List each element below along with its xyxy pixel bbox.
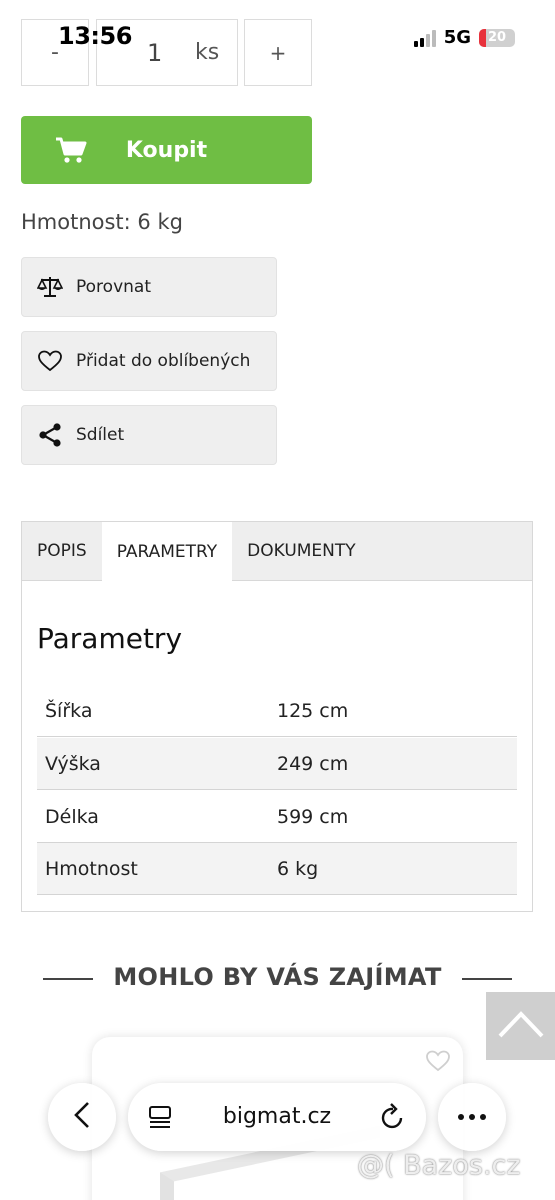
param-value: 125 cm [277,699,349,722]
param-key: Šířka [45,699,93,722]
more-options-button[interactable] [438,1083,506,1151]
tab-parametry[interactable]: PARAMETRY [101,522,233,581]
status-indicators: 5G 20 [413,27,515,48]
buy-button-label: Koupit [125,137,208,163]
chevron-up-icon [497,1009,545,1043]
product-weight: Hmotnost: 6 kg [21,210,183,234]
battery-level: 20 [487,30,507,45]
share-icon [36,421,64,449]
quantity-unit: ks [195,40,220,65]
share-label: Sdílet [76,425,125,445]
table-row: Hmotnost 6 kg [37,843,517,895]
tab-dokumenty[interactable]: DOKUMENTY [232,522,371,580]
more-dot [480,1114,486,1120]
quantity-increase-button[interactable]: + [244,19,312,86]
more-dot [469,1114,475,1120]
tab-popis[interactable]: POPIS [22,522,102,580]
cellular-signal-icon [413,29,436,47]
parameters-title: Parametry [37,622,183,655]
status-time: 13:56 [58,22,132,50]
scale-icon [36,273,64,301]
share-button[interactable]: Sdílet [21,405,277,465]
heart-icon [36,347,64,375]
param-value: 599 cm [277,805,349,828]
param-key: Hmotnost [45,857,138,880]
param-key: Délka [45,805,99,828]
reload-icon[interactable] [380,1103,406,1135]
param-key: Výška [45,752,101,775]
product-tabs: POPIS PARAMETRY DOKUMENTY [22,522,532,581]
section-divider-right [462,978,512,980]
more-dot [458,1114,464,1120]
quantity-value: 1 [147,38,163,67]
add-to-favorites-button[interactable]: Přidat do oblíbených [21,331,277,391]
browser-back-button[interactable] [48,1083,116,1151]
compare-button[interactable]: Porovnat [21,257,277,317]
table-row: Výška 249 cm [37,738,517,790]
battery-icon: 20 [479,28,515,47]
address-bar[interactable]: bigmat.cz [128,1083,426,1151]
table-row: Délka 599 cm [37,791,517,843]
buy-button[interactable]: Koupit [21,116,312,184]
heart-icon[interactable] [425,1049,451,1077]
table-row: Šířka 125 cm [37,685,517,737]
compare-label: Porovnat [76,277,151,297]
param-value: 249 cm [277,752,349,775]
chevron-left-icon [72,1100,92,1134]
add-to-favorites-label: Přidat do oblíbených [76,351,251,371]
recommended-section-title: MOHLO BY VÁS ZAJÍMAT [113,963,442,991]
network-type: 5G [443,27,471,48]
param-value: 6 kg [277,857,319,880]
back-to-top-button[interactable] [486,992,555,1060]
watermark: @( Bazos.cz [357,1150,521,1181]
